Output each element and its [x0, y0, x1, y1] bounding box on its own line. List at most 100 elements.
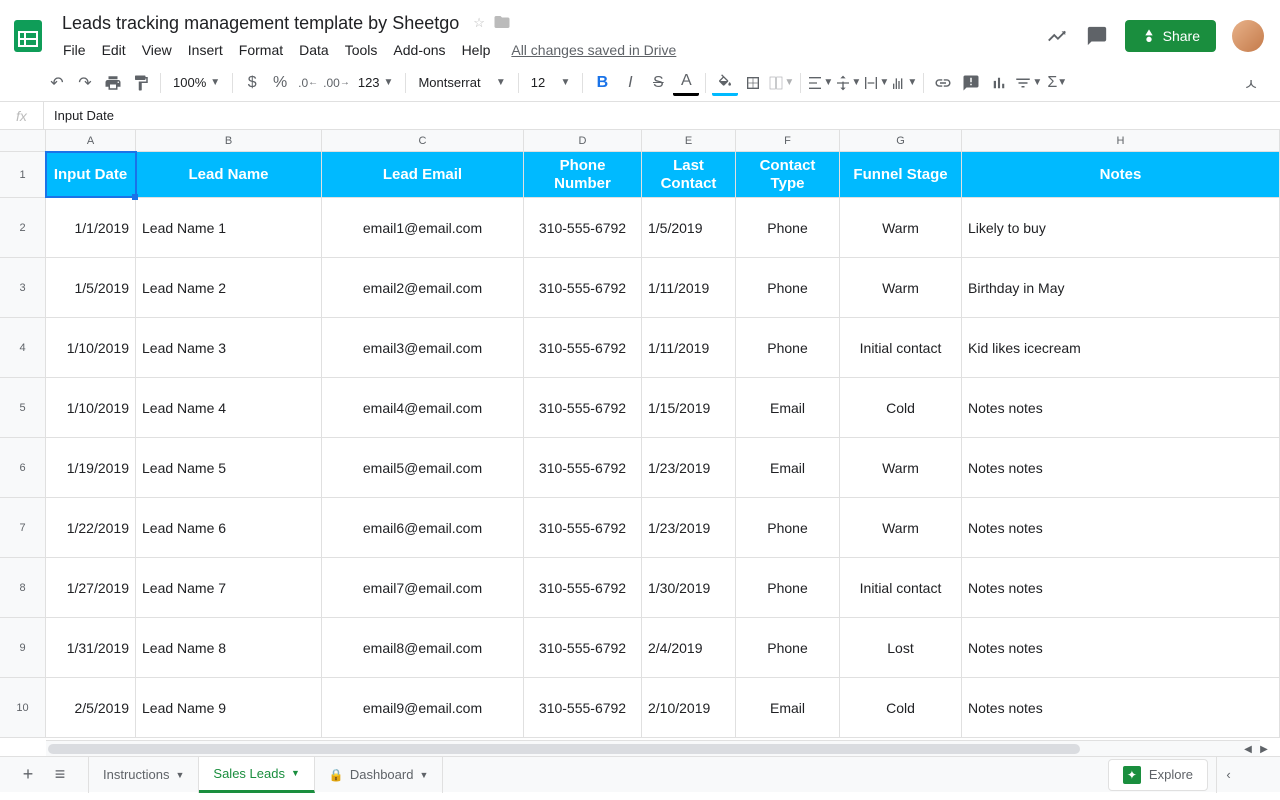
row-header[interactable]: 8	[0, 558, 46, 617]
cell[interactable]: Kid likes icecream	[962, 318, 1280, 377]
col-header-H[interactable]: H	[962, 130, 1280, 151]
cell[interactable]: 310-555-6792	[524, 498, 642, 557]
row-header[interactable]: 6	[0, 438, 46, 497]
valign-button[interactable]: ▼	[835, 70, 861, 96]
tab-dashboard[interactable]: 🔒Dashboard ▼	[315, 757, 443, 793]
cell[interactable]: Warm	[840, 258, 962, 317]
cell[interactable]: Lost	[840, 618, 962, 677]
comments-icon[interactable]	[1085, 24, 1109, 48]
cell[interactable]: 1/30/2019	[642, 558, 736, 617]
cell[interactable]: 1/11/2019	[642, 318, 736, 377]
cell[interactable]: Warm	[840, 198, 962, 257]
row-header[interactable]: 10	[0, 678, 46, 737]
menu-file[interactable]: File	[56, 38, 93, 62]
cell[interactable]: Phone	[736, 318, 840, 377]
percent-button[interactable]: %	[267, 70, 293, 96]
menu-addons[interactable]: Add-ons	[386, 38, 452, 62]
cell[interactable]: 310-555-6792	[524, 258, 642, 317]
redo-icon[interactable]: ↷	[72, 70, 98, 96]
tab-sales-leads[interactable]: Sales Leads ▼	[199, 757, 314, 793]
menu-insert[interactable]: Insert	[181, 38, 230, 62]
cell[interactable]: Notes notes	[962, 378, 1280, 437]
select-all-corner[interactable]	[0, 130, 46, 151]
cell-G1[interactable]: Funnel Stage	[840, 152, 962, 197]
filter-icon[interactable]: ▼	[1014, 70, 1042, 96]
cell[interactable]: email9@email.com	[322, 678, 524, 737]
cell[interactable]: Phone	[736, 258, 840, 317]
cell[interactable]: Cold	[840, 678, 962, 737]
cell[interactable]: email2@email.com	[322, 258, 524, 317]
cell[interactable]: Lead Name 4	[136, 378, 322, 437]
row-header[interactable]: 9	[0, 618, 46, 677]
cell[interactable]: Email	[736, 678, 840, 737]
cell[interactable]: Notes notes	[962, 558, 1280, 617]
currency-button[interactable]: $	[239, 70, 265, 96]
tab-instructions[interactable]: Instructions ▼	[88, 757, 199, 793]
explore-button[interactable]: ✦ Explore	[1108, 759, 1208, 791]
cell-H1[interactable]: Notes	[962, 152, 1280, 197]
cell[interactable]: 310-555-6792	[524, 378, 642, 437]
cell[interactable]: email5@email.com	[322, 438, 524, 497]
cell[interactable]: 2/4/2019	[642, 618, 736, 677]
cell[interactable]: email4@email.com	[322, 378, 524, 437]
row-header[interactable]: 3	[0, 258, 46, 317]
add-sheet-button[interactable]: +	[12, 759, 44, 791]
cell[interactable]: Cold	[840, 378, 962, 437]
cell[interactable]: Phone	[736, 618, 840, 677]
activity-icon[interactable]	[1045, 24, 1069, 48]
cell-A1[interactable]: Input Date	[46, 152, 136, 197]
print-icon[interactable]	[100, 70, 126, 96]
fill-color-button[interactable]	[712, 70, 738, 96]
menu-format[interactable]: Format	[232, 38, 290, 62]
cell[interactable]: Lead Name 3	[136, 318, 322, 377]
cell[interactable]: 310-555-6792	[524, 438, 642, 497]
merge-button[interactable]: ▼	[768, 70, 794, 96]
undo-icon[interactable]: ↶	[44, 70, 70, 96]
rotate-button[interactable]: ▼	[891, 70, 917, 96]
cell-E1[interactable]: Last Contact	[642, 152, 736, 197]
formula-input[interactable]: Input Date	[44, 108, 1280, 123]
col-header-G[interactable]: G	[840, 130, 962, 151]
cell-D1[interactable]: Phone Number	[524, 152, 642, 197]
decrease-decimal-icon[interactable]: .0←	[295, 70, 321, 96]
cell[interactable]: email8@email.com	[322, 618, 524, 677]
cell[interactable]: 1/19/2019	[46, 438, 136, 497]
strikethrough-button[interactable]: S	[645, 70, 671, 96]
cell[interactable]: email3@email.com	[322, 318, 524, 377]
cell-C1[interactable]: Lead Email	[322, 152, 524, 197]
cell[interactable]: Warm	[840, 498, 962, 557]
row-header[interactable]: 5	[0, 378, 46, 437]
cell[interactable]: 1/10/2019	[46, 318, 136, 377]
cell[interactable]: 1/10/2019	[46, 378, 136, 437]
menu-help[interactable]: Help	[455, 38, 498, 62]
cell[interactable]: email1@email.com	[322, 198, 524, 257]
cell[interactable]: 310-555-6792	[524, 318, 642, 377]
cell[interactable]: Notes notes	[962, 618, 1280, 677]
doc-title[interactable]: Leads tracking management template by Sh…	[56, 11, 465, 36]
cell[interactable]: Phone	[736, 198, 840, 257]
zoom-select[interactable]: 100% ▼	[167, 75, 226, 90]
menu-data[interactable]: Data	[292, 38, 336, 62]
save-status[interactable]: All changes saved in Drive	[511, 38, 676, 62]
wrap-button[interactable]: ▼	[863, 70, 889, 96]
bold-button[interactable]: B	[589, 70, 615, 96]
cell[interactable]: Likely to buy	[962, 198, 1280, 257]
number-format-select[interactable]: 123▼	[352, 75, 400, 90]
cell[interactable]: 1/23/2019	[642, 498, 736, 557]
text-color-button[interactable]: A	[673, 70, 699, 96]
row-header[interactable]: 2	[0, 198, 46, 257]
col-header-B[interactable]: B	[136, 130, 322, 151]
cell[interactable]: Birthday in May	[962, 258, 1280, 317]
cell[interactable]: Notes notes	[962, 498, 1280, 557]
menu-view[interactable]: View	[135, 38, 179, 62]
star-icon[interactable]: ☆	[473, 15, 485, 31]
cell[interactable]: 310-555-6792	[524, 618, 642, 677]
cell[interactable]: Lead Name 2	[136, 258, 322, 317]
cell[interactable]: Email	[736, 378, 840, 437]
cell[interactable]: 1/31/2019	[46, 618, 136, 677]
cell[interactable]: Email	[736, 438, 840, 497]
cell[interactable]: Initial contact	[840, 558, 962, 617]
menu-tools[interactable]: Tools	[338, 38, 385, 62]
sheets-logo[interactable]	[8, 16, 48, 56]
cell[interactable]: Phone	[736, 558, 840, 617]
